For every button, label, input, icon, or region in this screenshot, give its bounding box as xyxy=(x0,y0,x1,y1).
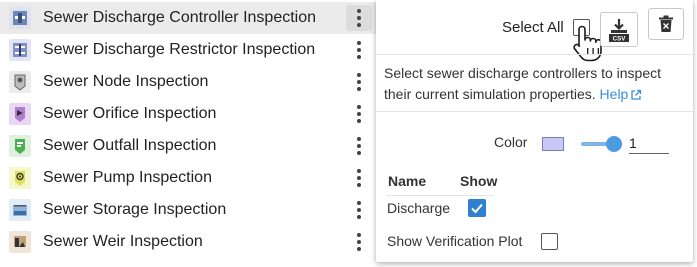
outfall-icon xyxy=(9,135,31,157)
external-link-icon xyxy=(631,89,642,100)
list-item-label: Sewer Pump Inspection xyxy=(43,169,212,186)
more-options-icon[interactable] xyxy=(346,133,372,159)
orifice-icon xyxy=(9,103,31,125)
table-row-name: Discharge xyxy=(387,200,451,216)
color-swatch[interactable] xyxy=(542,137,564,151)
divider xyxy=(376,111,693,112)
slider-thumb[interactable] xyxy=(606,136,622,152)
inspection-panel: Select All CSV Select sewer discharge co… xyxy=(376,0,693,262)
delete-button[interactable] xyxy=(648,8,684,40)
list-item[interactable]: Sewer Pump Inspection xyxy=(0,162,376,194)
description: Select sewer discharge controllers to in… xyxy=(384,63,684,105)
list-item[interactable]: Sewer Node Inspection xyxy=(0,66,376,98)
show-checkbox[interactable] xyxy=(468,199,486,217)
help-link[interactable]: Help xyxy=(600,86,643,102)
list-item-label: Sewer Discharge Restrictor Inspection xyxy=(43,41,316,58)
verification-plot-checkbox[interactable] xyxy=(541,233,558,250)
slider-value-input[interactable]: 1 xyxy=(629,135,669,154)
more-options-icon[interactable] xyxy=(346,101,372,127)
list-item-label: Sewer Storage Inspection xyxy=(43,201,227,218)
pump-icon xyxy=(9,167,31,189)
list-item-label: Sewer Weir Inspection xyxy=(43,233,203,250)
more-options-icon[interactable] xyxy=(346,37,372,63)
layer-list: Sewer Discharge Controller Inspection Se… xyxy=(0,2,376,258)
more-options-icon[interactable] xyxy=(346,5,372,31)
trash-icon xyxy=(659,15,673,32)
checkmark-icon xyxy=(471,203,483,214)
download-csv-icon: CSV xyxy=(609,18,629,42)
list-item-label: Sewer Orifice Inspection xyxy=(43,105,217,122)
download-csv-button[interactable]: CSV xyxy=(600,12,638,47)
color-label: Color xyxy=(494,134,528,150)
select-all-label: Select All xyxy=(502,19,564,36)
divider xyxy=(376,54,693,55)
list-item[interactable]: Sewer Discharge Restrictor Inspection xyxy=(0,34,376,66)
verification-plot-label: Show Verification Plot xyxy=(387,233,523,249)
list-item-label: Sewer Node Inspection xyxy=(43,73,209,90)
list-item[interactable]: Sewer Orifice Inspection xyxy=(0,98,376,130)
weir-icon xyxy=(9,231,31,253)
list-item[interactable]: Sewer Discharge Controller Inspection xyxy=(0,2,376,34)
node-icon xyxy=(9,71,31,93)
more-options-icon[interactable] xyxy=(346,165,372,191)
discharge-controller-icon xyxy=(9,7,31,29)
discharge-restrictor-icon xyxy=(9,39,31,61)
column-header-name: Name xyxy=(388,173,427,189)
list-item-label: Sewer Outfall Inspection xyxy=(43,137,217,154)
more-options-icon[interactable] xyxy=(346,197,372,223)
table-header-divider xyxy=(386,195,494,196)
list-item[interactable]: Sewer Weir Inspection xyxy=(0,226,376,258)
column-header-show: Show xyxy=(460,173,498,189)
list-item-label: Sewer Discharge Controller Inspection xyxy=(43,9,317,26)
svg-text:CSV: CSV xyxy=(613,35,627,42)
storage-icon xyxy=(9,199,31,221)
more-options-icon[interactable] xyxy=(346,69,372,95)
more-options-icon[interactable] xyxy=(346,229,372,255)
list-item[interactable]: Sewer Storage Inspection xyxy=(0,194,376,226)
list-item[interactable]: Sewer Outfall Inspection xyxy=(0,130,376,162)
